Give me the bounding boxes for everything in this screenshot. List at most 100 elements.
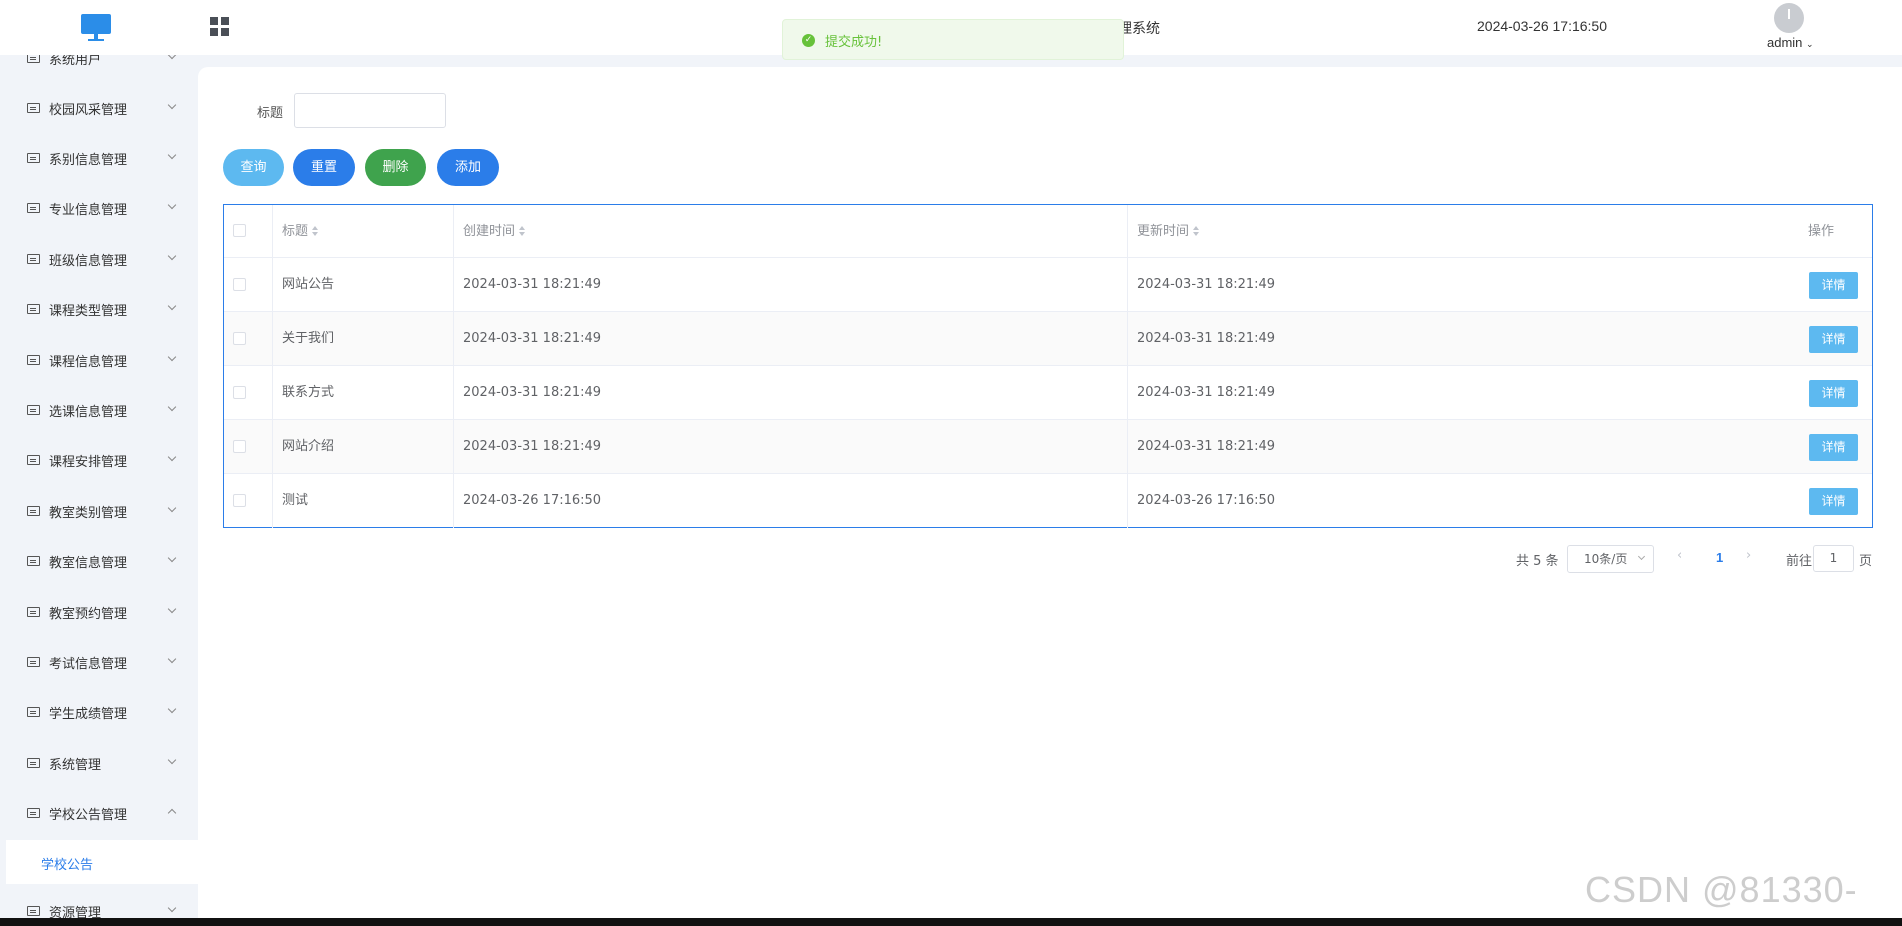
announcement-table: 标题 创建时间 更新时间 操作 网站公告 2024-03-31 18:21:49… [223, 204, 1873, 528]
monitor-logo-icon [81, 12, 111, 42]
table-row: 关于我们 2024-03-31 18:21:49 2024-03-31 18:2… [224, 312, 1872, 366]
row-title: 测试 [282, 493, 309, 508]
current-page[interactable]: 1 [1716, 550, 1723, 578]
select-all-checkbox[interactable] [233, 224, 246, 237]
sidebar-item-grades[interactable]: 学生成绩管理 [0, 697, 198, 727]
sidebar-item-system-users[interactable]: 系统用户 [0, 55, 198, 73]
sidebar-item-major[interactable]: 专业信息管理 [0, 193, 198, 223]
goto-page-input[interactable]: 1 [1813, 545, 1854, 572]
add-button[interactable]: 添加 [437, 149, 499, 186]
sidebar-item-course-info[interactable]: 课程信息管理 [0, 345, 198, 375]
list-icon [27, 455, 40, 465]
avatar[interactable] [1774, 3, 1804, 33]
folder-icon [27, 758, 40, 768]
chevron-down-icon [167, 100, 177, 110]
main-panel: 标题 查询 重置 删除 添加 标题 创建时间 更新时间 操作 网站公告 2024… [198, 67, 1902, 918]
sidebar-item-label: 课程信息管理 [49, 355, 128, 370]
prev-page-icon[interactable]: ‹ [1677, 548, 1682, 576]
sidebar-item-label: 学校公告管理 [49, 808, 128, 823]
sidebar-item-course-type[interactable]: 课程类型管理 [0, 294, 198, 324]
list-icon [27, 556, 40, 566]
sidebar-item-resources[interactable]: 资源管理 [0, 896, 198, 918]
table-header-row: 标题 创建时间 更新时间 操作 [224, 205, 1872, 258]
detail-button[interactable]: 详情 [1809, 488, 1858, 515]
column-header-actions: 操作 [1808, 224, 1835, 239]
user-menu[interactable]: admin ⌄ [1767, 35, 1814, 50]
list-icon [27, 254, 40, 264]
sidebar-item-campus[interactable]: 校园风采管理 [0, 93, 198, 123]
title-filter-label: 标题 [257, 106, 284, 121]
detail-button[interactable]: 详情 [1809, 272, 1858, 299]
detail-button[interactable]: 详情 [1809, 380, 1858, 407]
row-checkbox[interactable] [233, 332, 246, 345]
delete-button[interactable]: 删除 [365, 149, 426, 186]
query-button[interactable]: 查询 [223, 149, 284, 186]
loading-icon [27, 808, 40, 818]
detail-button[interactable]: 详情 [1809, 434, 1858, 461]
column-header-label: 标题 [282, 224, 309, 239]
chevron-down-icon [167, 150, 177, 160]
success-toast: ✓ 提交成功! [782, 19, 1124, 60]
chevron-down-icon [167, 553, 177, 563]
chevron-down-icon [167, 903, 177, 913]
sidebar-item-label: 系别信息管理 [49, 153, 128, 168]
sidebar-item-label: 专业信息管理 [49, 203, 128, 218]
table-row: 网站公告 2024-03-31 18:21:49 2024-03-31 18:2… [224, 258, 1872, 312]
sidebar-item-exam[interactable]: 考试信息管理 [0, 647, 198, 677]
row-checkbox[interactable] [233, 494, 246, 507]
sidebar-item-system[interactable]: 系统管理 [0, 748, 198, 778]
column-header-created[interactable]: 创建时间 [463, 205, 526, 257]
sidebar-item-label: 学生成绩管理 [49, 707, 128, 722]
column-header-updated[interactable]: 更新时间 [1137, 205, 1200, 257]
sidebar-subitem-school-announcement[interactable]: 学校公告 [6, 840, 198, 884]
sort-icon[interactable] [311, 226, 319, 237]
sidebar-item-announcement[interactable]: 学校公告管理 [0, 798, 198, 828]
chevron-down-icon [167, 301, 177, 311]
table-row: 联系方式 2024-03-31 18:21:49 2024-03-31 18:2… [224, 366, 1872, 420]
list-icon [27, 607, 40, 617]
printer-icon [27, 906, 40, 916]
sort-icon[interactable] [1192, 226, 1200, 237]
current-datetime: 2024-03-26 17:16:50 [1477, 18, 1607, 34]
reset-button[interactable]: 重置 [293, 149, 355, 186]
sidebar-item-classroom-booking[interactable]: 教室预约管理 [0, 597, 198, 627]
chevron-down-icon [167, 452, 177, 462]
column-header-label: 更新时间 [1137, 224, 1190, 239]
sidebar-item-label: 课程安排管理 [49, 455, 128, 470]
user-icon [27, 55, 40, 63]
list-icon [27, 304, 40, 314]
next-page-icon[interactable]: › [1746, 548, 1751, 576]
grid-menu-icon[interactable] [210, 17, 229, 36]
row-title: 网站公告 [282, 277, 335, 292]
sort-icon[interactable] [518, 226, 526, 237]
chevron-down-icon [167, 251, 177, 261]
sidebar-item-class[interactable]: 班级信息管理 [0, 244, 198, 274]
detail-button[interactable]: 详情 [1809, 326, 1858, 353]
chevron-down-icon [167, 704, 177, 714]
list-icon [27, 355, 40, 365]
chevron-down-icon [1637, 552, 1646, 561]
page-size-select[interactable]: 10条/页 [1567, 545, 1654, 573]
row-updated: 2024-03-31 18:21:49 [1137, 277, 1276, 292]
sidebar-item-course-schedule[interactable]: 课程安排管理 [0, 445, 198, 475]
sidebar-item-course-selection[interactable]: 选课信息管理 [0, 395, 198, 425]
row-updated: 2024-03-31 18:21:49 [1137, 331, 1276, 346]
sidebar-item-department[interactable]: 系别信息管理 [0, 143, 198, 173]
toast-message: 提交成功! [825, 35, 883, 50]
row-created: 2024-03-31 18:21:49 [463, 385, 602, 400]
chevron-up-icon [167, 808, 177, 818]
sidebar-item-label: 资源管理 [49, 906, 102, 918]
row-checkbox[interactable] [233, 386, 246, 399]
title-filter-input[interactable] [294, 93, 446, 128]
column-header-title[interactable]: 标题 [282, 205, 319, 257]
sidebar: 系统用户 校园风采管理 系别信息管理 专业信息管理 班级信息管理 课程类型管理 … [0, 55, 198, 918]
row-checkbox[interactable] [233, 278, 246, 291]
row-updated: 2024-03-31 18:21:49 [1137, 385, 1276, 400]
sidebar-subitem-label: 学校公告 [41, 858, 94, 873]
sidebar-item-classroom-info[interactable]: 教室信息管理 [0, 546, 198, 576]
row-updated: 2024-03-26 17:16:50 [1137, 493, 1276, 508]
sidebar-item-label: 教室类别管理 [49, 506, 128, 521]
row-checkbox[interactable] [233, 440, 246, 453]
chevron-down-icon [167, 200, 177, 210]
sidebar-item-classroom-type[interactable]: 教室类别管理 [0, 496, 198, 526]
